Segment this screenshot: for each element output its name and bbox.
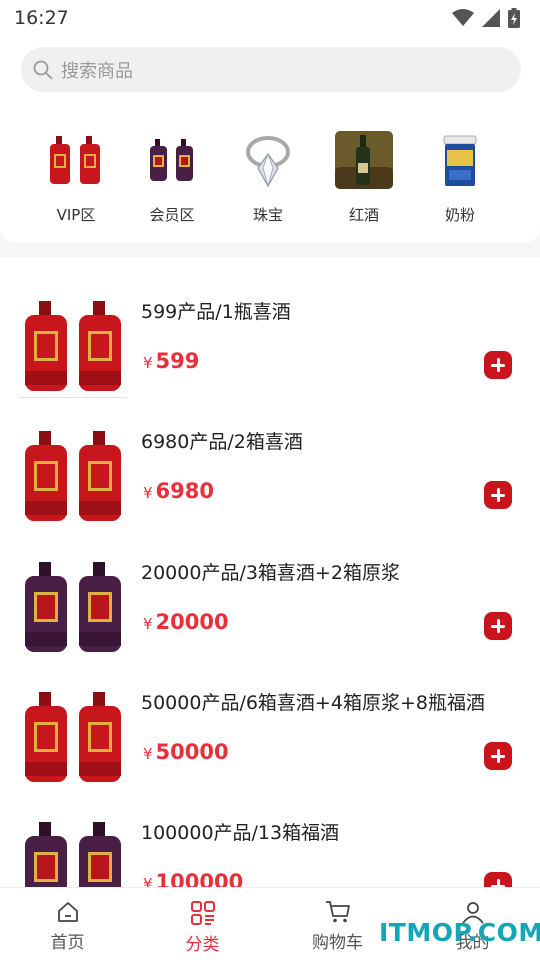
category-red-wine[interactable]: 红酒: [316, 130, 412, 225]
product-title: 20000产品/3箱喜酒+2箱原浆: [141, 562, 400, 584]
product-image: [18, 818, 128, 887]
category-icon: [190, 901, 215, 925]
home-icon: [57, 902, 78, 922]
product-item[interactable]: 6980产品/2箱喜酒 ¥6980: [0, 427, 540, 557]
product-price: ¥100000: [143, 870, 244, 887]
product-item[interactable]: 100000产品/13箱福酒 ¥100000: [0, 818, 540, 887]
product-title: 50000产品/6箱喜酒+4箱原浆+8瓶福酒: [141, 692, 485, 714]
product-price: ¥599: [143, 349, 200, 373]
product-price: ¥6980: [143, 479, 214, 503]
battery-icon: [508, 8, 520, 28]
category-milk-powder[interactable]: 奶粉: [412, 130, 508, 225]
status-bar: 16:27: [0, 0, 540, 36]
category-vip[interactable]: VIP区: [28, 130, 124, 225]
wifi-icon: [452, 9, 474, 26]
purple-liquor-bottles-icon: [25, 562, 121, 652]
tab-category[interactable]: 分类: [135, 888, 270, 960]
category-label: 珠宝: [252, 206, 283, 224]
product-image: [18, 688, 128, 788]
purple-liquor-bottles-icon: [142, 130, 202, 190]
add-to-cart-button[interactable]: [484, 872, 512, 887]
product-item[interactable]: 20000产品/3箱喜酒+2箱原浆 ¥20000: [0, 558, 540, 688]
category-jewelry[interactable]: 珠宝: [220, 130, 316, 225]
category-row: VIP区 会员区 珠宝 红酒 奶粉: [28, 130, 508, 225]
milk-powder-can-icon: [430, 130, 490, 190]
status-icons: [452, 8, 520, 28]
search-placeholder: 搜索商品: [61, 60, 133, 82]
add-to-cart-button[interactable]: [484, 612, 512, 640]
divider: [20, 397, 126, 398]
search-icon: [33, 60, 53, 79]
tab-home[interactable]: 首页: [0, 888, 135, 960]
tab-label: 购物车: [312, 933, 363, 953]
product-title: 100000产品/13箱福酒: [141, 822, 340, 844]
red-liquor-bottles-icon: [25, 431, 121, 521]
add-to-cart-button[interactable]: [484, 742, 512, 770]
product-image: [18, 297, 128, 397]
red-liquor-bottles-icon: [25, 301, 121, 391]
red-wine-bottle-icon: [334, 130, 394, 190]
product-image: [18, 427, 128, 527]
product-price: ¥20000: [143, 610, 229, 634]
top-panel: 搜索商品 VIP区 会员区 珠宝 红酒 奶粉: [0, 36, 540, 242]
category-label: VIP区: [56, 206, 96, 224]
product-image: [18, 558, 128, 658]
add-to-cart-button[interactable]: [484, 481, 512, 509]
product-title: 599产品/1瓶喜酒: [141, 301, 291, 323]
search-bar[interactable]: 搜索商品: [21, 47, 521, 92]
red-liquor-bottles-icon: [46, 130, 106, 190]
category-label: 红酒: [348, 206, 379, 224]
product-list: 599产品/1瓶喜酒 ¥599 6980产品/2箱喜酒 ¥6980 20000产…: [0, 257, 540, 887]
product-item[interactable]: 599产品/1瓶喜酒 ¥599: [0, 297, 540, 427]
category-label: 奶粉: [444, 206, 475, 224]
product-title: 6980产品/2箱喜酒: [141, 431, 303, 453]
category-label: 会员区: [149, 206, 195, 224]
red-liquor-bottles-icon: [25, 692, 121, 782]
tab-label: 分类: [185, 935, 220, 955]
tab-label: 首页: [50, 933, 85, 953]
status-time: 16:27: [14, 7, 69, 29]
product-price: ¥50000: [143, 740, 229, 764]
diamond-ring-icon: [238, 130, 298, 190]
cart-icon: [325, 901, 350, 923]
product-item[interactable]: 50000产品/6箱喜酒+4箱原浆+8瓶福酒 ¥50000: [0, 688, 540, 818]
watermark: ITMOP.COM: [379, 918, 540, 947]
category-member[interactable]: 会员区: [124, 130, 220, 225]
cell-signal-icon: [482, 9, 500, 27]
purple-liquor-bottles-icon: [25, 822, 121, 887]
add-to-cart-button[interactable]: [484, 351, 512, 379]
